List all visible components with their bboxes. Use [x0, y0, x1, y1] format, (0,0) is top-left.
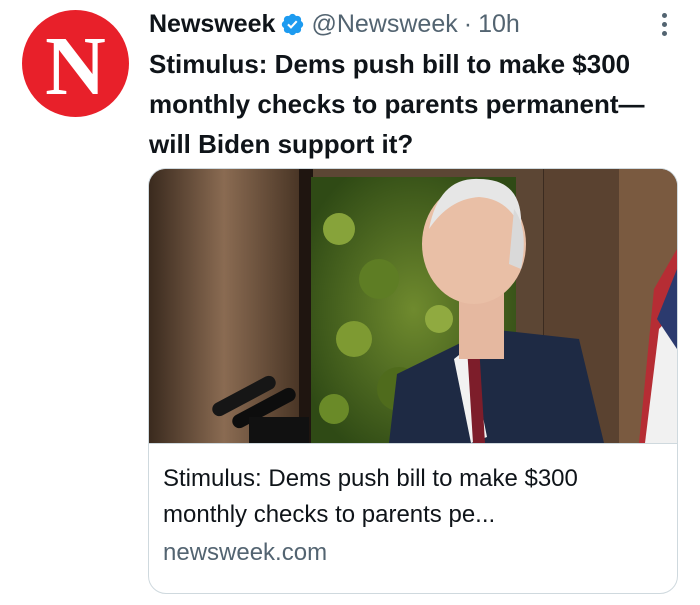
account-handle[interactable]: @Newsweek: [311, 10, 457, 39]
more-dot: [661, 12, 667, 18]
newsweek-avatar[interactable]: N: [22, 10, 129, 117]
separator-dot: ·: [463, 9, 473, 38]
card-title[interactable]: Stimulus: Dems push bill to make $300 mo…: [163, 461, 663, 533]
tweet-header: Newsweek @Newsweek · 10h: [149, 6, 680, 42]
card-domain[interactable]: newsweek.com: [163, 533, 663, 573]
verified-badge-icon: [280, 12, 305, 37]
more-dot: [661, 21, 667, 27]
more-dot: [661, 30, 667, 36]
card-image-photo: [149, 169, 677, 444]
account-name[interactable]: Newsweek: [149, 10, 275, 39]
link-preview-card[interactable]: Stimulus: Dems push bill to make $300 mo…: [148, 168, 678, 594]
card-body: Stimulus: Dems push bill to make $300 mo…: [163, 461, 663, 573]
avatar-logo-letter: N: [45, 19, 106, 113]
tweet-text: Stimulus: Dems push bill to make $300 mo…: [149, 49, 645, 159]
tweet-timestamp[interactable]: 10h: [478, 10, 520, 39]
more-options-icon[interactable]: [654, 6, 674, 42]
